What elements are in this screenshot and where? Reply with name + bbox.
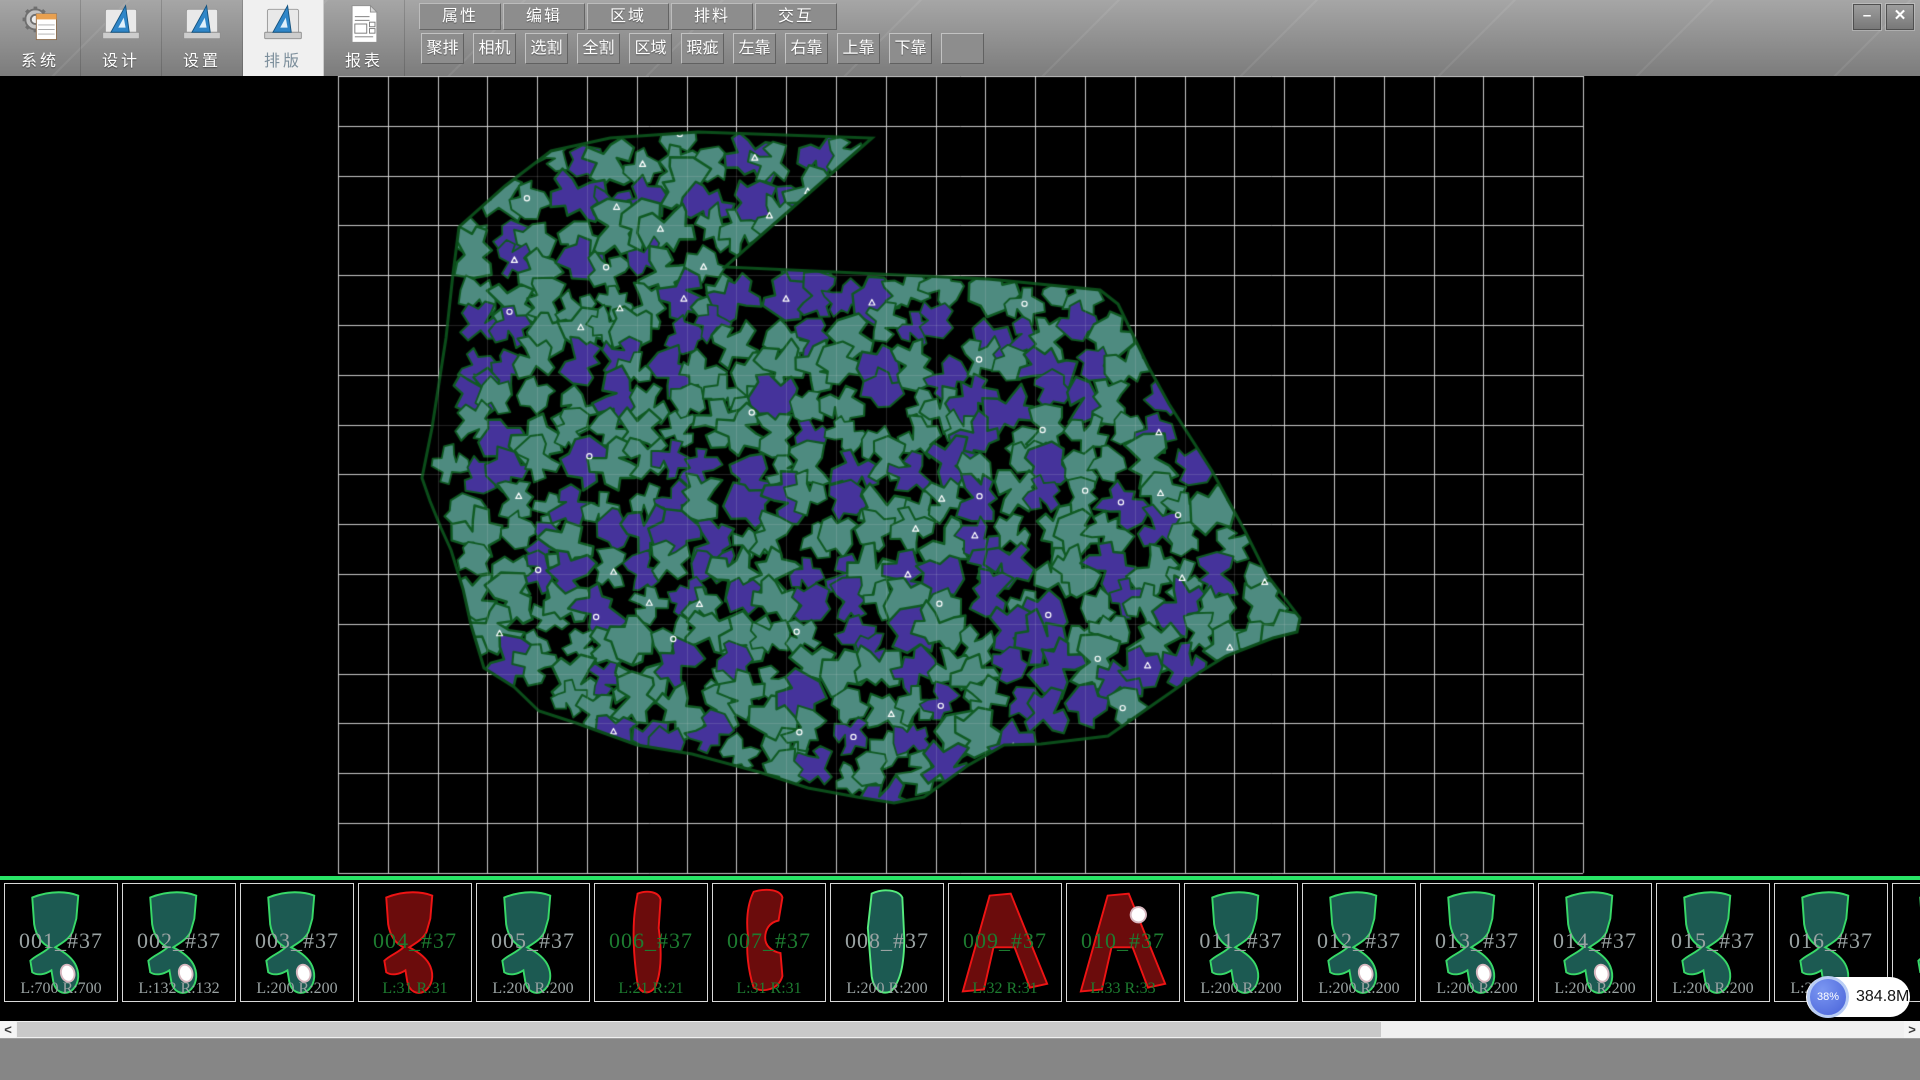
piece-label: 006_#37: [595, 928, 707, 954]
scroll-right-arrow[interactable]: >: [1904, 1021, 1920, 1038]
piece-lr-count: L:31 R:31: [359, 980, 471, 998]
tool-spacer: [941, 33, 984, 64]
piece-lr-count: L:200 R:200: [1303, 980, 1415, 998]
tool-button-7[interactable]: 左靠: [733, 33, 776, 64]
status-bar: [0, 1038, 1920, 1080]
piece-thumbnail-5[interactable]: 005_#37 L:200 R:200: [476, 883, 590, 1002]
scrollbar-thumb[interactable]: [17, 1022, 1381, 1037]
piece-lr-count: L:32 R:31: [949, 980, 1061, 998]
tool-row: 聚排相机选割全割区域瑕疵左靠右靠上靠下靠: [421, 33, 984, 64]
piece-lr-count: L:200 R:200: [477, 980, 589, 998]
piece-lr-count: L:200 R:200: [241, 980, 353, 998]
piece-lr-count: L:700 R:700: [5, 980, 117, 998]
tool-button-4[interactable]: 全割: [577, 33, 620, 64]
scroll-left-arrow[interactable]: <: [0, 1021, 16, 1038]
tool-button-3[interactable]: 选割: [525, 33, 568, 64]
piece-thumbnail-10[interactable]: 010_#37 L:33 R:33: [1066, 883, 1180, 1002]
filmstrip-accent-line: [0, 876, 1920, 880]
piece-label: 015_#37: [1657, 928, 1769, 954]
tab-label: 报表: [345, 47, 383, 71]
menu-button-4[interactable]: 排料: [671, 3, 753, 30]
piece-label: 011_#37: [1185, 928, 1297, 954]
tab-label: 系统: [21, 47, 59, 71]
piece-thumbnail-14[interactable]: 014_#37 L:200 R:200: [1538, 883, 1652, 1002]
tool-button-8[interactable]: 右靠: [785, 33, 828, 64]
nesting-canvas[interactable]: [0, 76, 1920, 876]
piece-thumbnail-2[interactable]: 002_#37 L:132 R:132: [122, 883, 236, 1002]
piece-thumbnail-9[interactable]: 009_#37 L:32 R:31: [948, 883, 1062, 1002]
piece-thumbnail-15[interactable]: 015_#37 L:200 R:200: [1656, 883, 1770, 1002]
tool-button-1[interactable]: 聚排: [421, 33, 464, 64]
report-icon: [342, 2, 386, 46]
tool-button-5[interactable]: 区域: [629, 33, 672, 64]
piece-thumbnail-4[interactable]: 004_#37 L:31 R:31: [358, 883, 472, 1002]
tab-label: 排版: [264, 47, 302, 71]
percent-badge: 38%: [1807, 976, 1849, 1018]
piece-thumbnail-6[interactable]: 006_#37 L:21 R:21: [594, 883, 708, 1002]
memory-indicator-pill[interactable]: 38% 384.8M: [1806, 977, 1910, 1017]
piece-label: 009_#37: [949, 928, 1061, 954]
piece-label: 013_#37: [1421, 928, 1533, 954]
piece-thumbnail-3[interactable]: 003_#37 L:200 R:200: [240, 883, 354, 1002]
sheet-icon: [36, 14, 56, 40]
tab-label: 设计: [102, 47, 140, 71]
piece-lr-count: L:200 R:200: [1539, 980, 1651, 998]
menu-button-2[interactable]: 编辑: [503, 3, 585, 30]
system-icon: [18, 2, 62, 46]
piece-label: 001_#37: [5, 928, 117, 954]
piece-lr-count: L:31 R:31: [713, 980, 825, 998]
tool-button-6[interactable]: 瑕疵: [681, 33, 724, 64]
piece-thumbnail-13[interactable]: 013_#37 L:200 R:200: [1420, 883, 1534, 1002]
piece-label: 003_#37: [241, 928, 353, 954]
minimize-button[interactable]: –: [1853, 4, 1881, 30]
nav-tab-bar: 系统 设计 设置 排版 报表: [0, 0, 405, 76]
piece-thumbnail-7[interactable]: 007_#37 L:31 R:31: [712, 883, 826, 1002]
tab-settings[interactable]: 设置: [162, 0, 243, 76]
close-button[interactable]: ✕: [1886, 4, 1914, 30]
piece-lr-count: L:132 R:132: [123, 980, 235, 998]
piece-label: 007_#37: [713, 928, 825, 954]
piece-label: 010_#37: [1067, 928, 1179, 954]
piece-label: 016_#37: [1775, 928, 1887, 954]
piece-label: 0: [1893, 928, 1920, 954]
piece-label: 008_#37: [831, 928, 943, 954]
application-window: 系统设计设置排版报表 属性编辑区域排料交互 聚排相机选割全割区域瑕疵左靠右靠上靠…: [0, 0, 1920, 1080]
design-icon: [99, 2, 143, 46]
piece-label: 014_#37: [1539, 928, 1651, 954]
tool-button-2[interactable]: 相机: [473, 33, 516, 64]
piece-lr-count: L:200 R:200: [1657, 980, 1769, 998]
tab-system[interactable]: 系统: [0, 0, 81, 76]
piece-lr-count: L:200 R:200: [1185, 980, 1297, 998]
piece-label: 005_#37: [477, 928, 589, 954]
toolbar: 系统设计设置排版报表 属性编辑区域排料交互 聚排相机选割全割区域瑕疵左靠右靠上靠…: [0, 0, 1920, 77]
piece-lr-count: L:200 R:200: [831, 980, 943, 998]
tab-report[interactable]: 报表: [324, 0, 405, 76]
menu-button-1[interactable]: 属性: [419, 3, 501, 30]
piece-lr-count: L:33 R:33: [1067, 980, 1179, 998]
piece-lr-count: L:21 R:21: [595, 980, 707, 998]
settings-icon: [180, 2, 224, 46]
menu-button-5[interactable]: 交互: [755, 3, 837, 30]
memory-value: 384.8M: [1856, 977, 1909, 1017]
piece-thumbnail-8[interactable]: 008_#37 L:200 R:200: [830, 883, 944, 1002]
tool-button-9[interactable]: 上靠: [837, 33, 880, 64]
tab-layout[interactable]: 排版: [243, 0, 324, 76]
piece-thumbnail-12[interactable]: 012_#37 L:200 R:200: [1302, 883, 1416, 1002]
tab-design[interactable]: 设计: [81, 0, 162, 76]
horizontal-scrollbar[interactable]: < >: [0, 1021, 1920, 1038]
piece-label: 012_#37: [1303, 928, 1415, 954]
piece-label: 004_#37: [359, 928, 471, 954]
piece-thumbnail-1[interactable]: 001_#37 L:700 R:700: [4, 883, 118, 1002]
window-controls: – ✕: [1853, 4, 1914, 30]
tool-button-10[interactable]: 下靠: [889, 33, 932, 64]
piece-thumbnail-11[interactable]: 011_#37 L:200 R:200: [1184, 883, 1298, 1002]
piece-lr-count: L:200 R:200: [1421, 980, 1533, 998]
piece-label: 002_#37: [123, 928, 235, 954]
menu-row: 属性编辑区域排料交互: [419, 3, 837, 30]
tab-label: 设置: [183, 47, 221, 71]
menu-button-3[interactable]: 区域: [587, 3, 669, 30]
layout-icon: [261, 2, 305, 46]
piece-filmstrip: 001_#37 L:700 R:700 002_#37 L:132 R:132 003_…: [0, 876, 1920, 1021]
